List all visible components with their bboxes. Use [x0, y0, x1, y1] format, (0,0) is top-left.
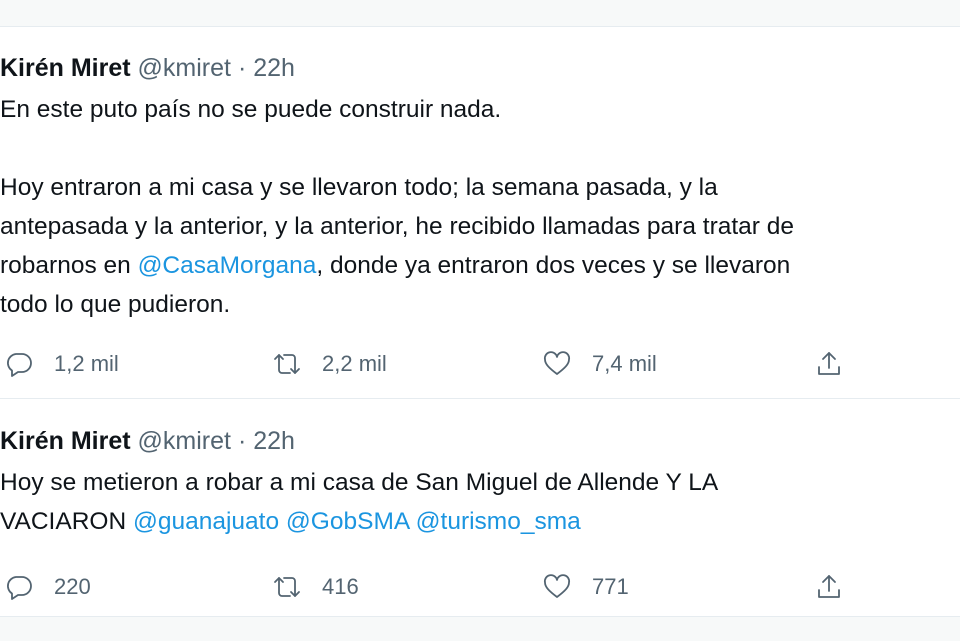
- tweet-line: En este puto país no se puede construir …: [0, 90, 960, 129]
- reply-count: 1,2 mil: [54, 351, 119, 376]
- tweet-line: robarnos en @CasaMorgana, donde ya entra…: [0, 246, 960, 285]
- text-segment: En este puto país no se puede construir …: [0, 96, 502, 123]
- mention-link[interactable]: @CasaMorgana: [138, 252, 317, 279]
- text-segment: VACIARON: [0, 508, 133, 535]
- like-count: 771: [592, 574, 629, 599]
- reply-count: 220: [54, 574, 91, 599]
- share-icon: [818, 575, 840, 598]
- mention-link[interactable]: @GobSMA: [286, 508, 409, 535]
- tweet-actions: 220 416 771: [0, 567, 960, 607]
- tweet-line: Hoy entraron a mi casa y se llevaron tod…: [0, 168, 960, 207]
- bottom-strip: [0, 616, 960, 641]
- tweet[interactable]: Kirén Miret @kmiret · 22h En este puto p…: [0, 50, 960, 384]
- share-icon: [818, 352, 840, 375]
- retweet-count: 2,2 mil: [322, 351, 387, 376]
- timestamp[interactable]: 22h: [253, 427, 295, 455]
- text-segment: robarnos en: [0, 252, 138, 279]
- retweet-count: 416: [322, 574, 359, 599]
- retweet-icon: [274, 577, 300, 597]
- share-button[interactable]: [814, 567, 844, 607]
- tweet-text: En este puto país no se puede construir …: [0, 90, 960, 324]
- tweet-line: VACIARON @guanajuato @GobSMA @turismo_sm…: [0, 502, 960, 541]
- separator: ·: [237, 54, 247, 82]
- retweet-icon: [274, 354, 300, 374]
- reply-button[interactable]: 1,2 mil: [4, 344, 119, 384]
- text-segment: Hoy entraron a mi casa y se llevaron tod…: [0, 174, 718, 201]
- tweet[interactable]: Kirén Miret @kmiret · 22h Hoy se metiero…: [0, 423, 960, 607]
- reply-icon: [7, 576, 32, 600]
- tweet-divider: [0, 398, 960, 399]
- retweet-button[interactable]: 2,2 mil: [272, 344, 387, 384]
- author-handle[interactable]: @kmiret: [138, 54, 231, 82]
- separator: ·: [237, 427, 247, 455]
- like-icon: [544, 574, 570, 598]
- reply-icon: [7, 353, 32, 377]
- reply-button[interactable]: 220: [4, 567, 91, 607]
- top-strip: [0, 0, 960, 27]
- text-segment: todo lo que pudieron.: [0, 291, 231, 318]
- author-name[interactable]: Kirén Miret: [0, 54, 131, 82]
- share-button[interactable]: [814, 344, 844, 384]
- author-name[interactable]: Kirén Miret: [0, 427, 131, 455]
- text-segment: antepasada y la anterior, y la anterior,…: [0, 213, 795, 240]
- tweet-header: Kirén Miret @kmiret · 22h: [0, 50, 960, 86]
- tweet-line: antepasada y la anterior, y la anterior,…: [0, 207, 960, 246]
- like-count: 7,4 mil: [592, 351, 657, 376]
- tweet-line: Hoy se metieron a robar a mi casa de San…: [0, 463, 960, 502]
- mention-link[interactable]: @guanajuato: [133, 508, 279, 535]
- mention-link[interactable]: @turismo_sma: [416, 508, 581, 535]
- retweet-button[interactable]: 416: [272, 567, 359, 607]
- text-segment: [409, 508, 416, 535]
- tweet-text: Hoy se metieron a robar a mi casa de San…: [0, 463, 960, 541]
- text-segment: [279, 508, 286, 535]
- like-button[interactable]: 7,4 mil: [542, 344, 657, 384]
- tweet-header: Kirén Miret @kmiret · 22h: [0, 423, 960, 459]
- text-segment: Hoy se metieron a robar a mi casa de San…: [0, 469, 719, 496]
- timestamp[interactable]: 22h: [253, 54, 295, 82]
- tweet-line: todo lo que pudieron.: [0, 285, 960, 324]
- tweet-actions: 1,2 mil 2,2 mil 7,4 mil: [0, 344, 960, 384]
- author-handle[interactable]: @kmiret: [138, 427, 231, 455]
- like-button[interactable]: 771: [542, 567, 629, 607]
- text-segment: , donde ya entraron dos veces y se lleva…: [316, 252, 791, 279]
- like-icon: [544, 351, 570, 375]
